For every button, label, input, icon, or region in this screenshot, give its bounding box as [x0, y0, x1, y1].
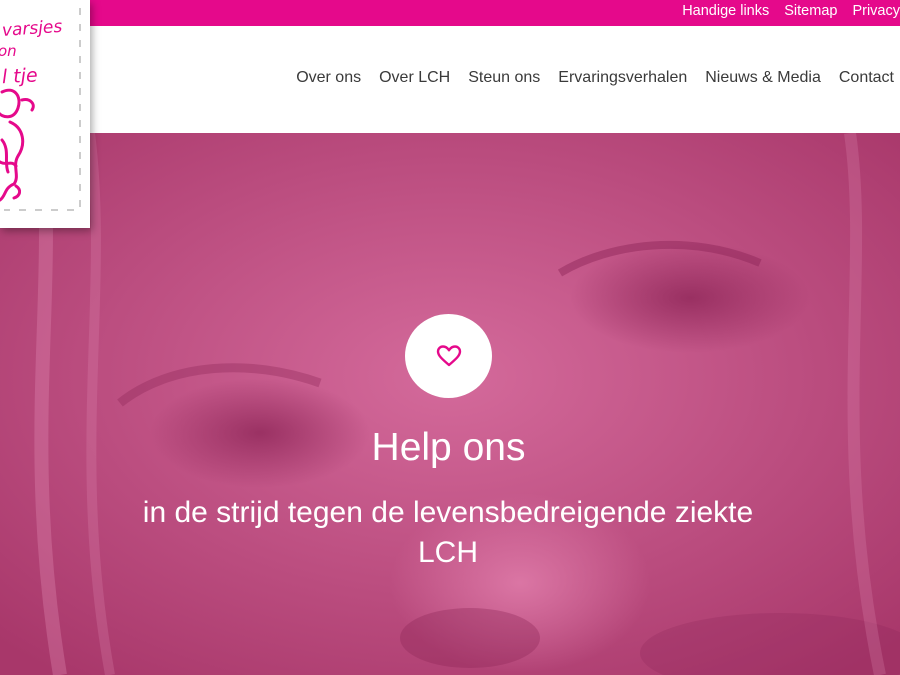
site-header: Over ons Over LCH Steun ons Ervaringsver…: [0, 26, 900, 133]
hero-subtitle: in de strijd tegen de levensbedreigende …: [142, 496, 754, 569]
nav-item-over-ons[interactable]: Over ons: [296, 69, 361, 87]
logo-drawing: varsjes on l tje: [0, 8, 81, 211]
logo-text-line-2: on: [0, 42, 17, 60]
nav-item-ervaringsverhalen[interactable]: Ervaringsverhalen: [558, 69, 687, 87]
logo-text-line-1: varsjes: [1, 17, 63, 41]
top-utility-bar: Handige links Sitemap Privacy: [0, 0, 900, 26]
site-logo[interactable]: varsjes on l tje: [0, 0, 90, 228]
nav-item-nieuws-media[interactable]: Nieuws & Media: [705, 69, 821, 87]
utility-links: Handige links Sitemap Privacy: [682, 0, 900, 22]
heart-icon: [436, 345, 461, 367]
nav-item-contact[interactable]: Contact: [839, 69, 894, 87]
utility-link-sitemap[interactable]: Sitemap: [784, 3, 837, 19]
logo-text-line-3: l tje: [1, 64, 38, 88]
nav-item-over-lch[interactable]: Over LCH: [379, 69, 450, 87]
logo-figure: [0, 88, 35, 202]
utility-link-handige-links[interactable]: Handige links: [682, 3, 769, 19]
main-nav: Over ons Over LCH Steun ons Ervaringsver…: [296, 69, 894, 87]
nav-item-steun-ons[interactable]: Steun ons: [468, 69, 540, 87]
hero-title: Help ons: [371, 426, 526, 469]
hero-banner: Help ons in de strijd tegen de levensbed…: [0, 133, 900, 675]
hero-heart-badge: [405, 314, 492, 398]
hero-background-photo: [0, 133, 900, 675]
utility-link-privacy[interactable]: Privacy: [852, 3, 900, 19]
